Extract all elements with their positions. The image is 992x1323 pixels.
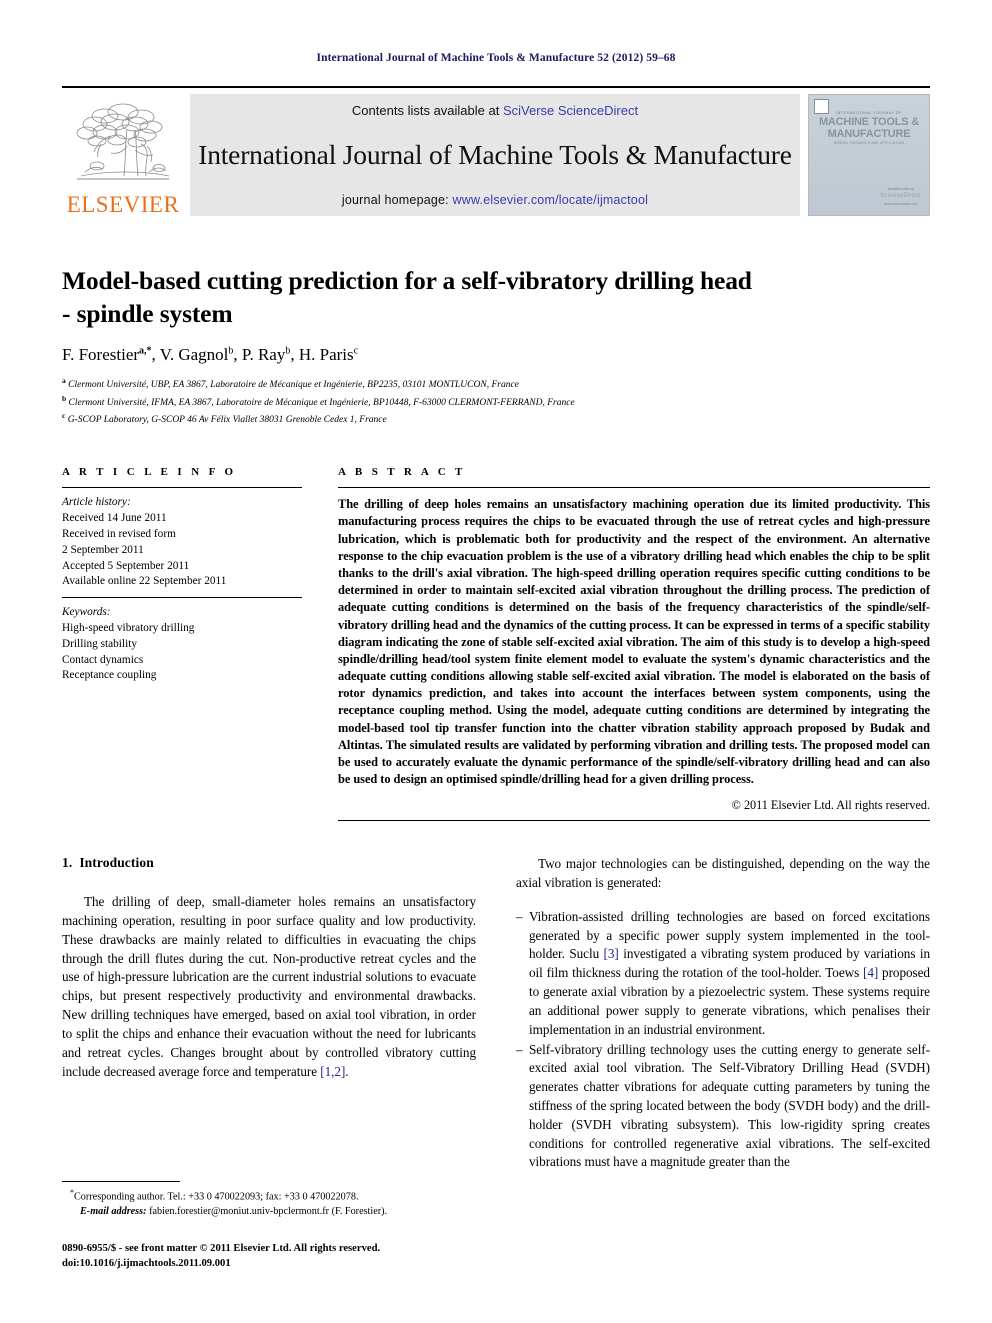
body-column-left: 1. Introduction The drilling of deep, sma…	[62, 855, 476, 1173]
section-label: Introduction	[79, 855, 154, 871]
author-marks: a,*	[139, 345, 152, 357]
citation-ref[interactable]: [4]	[863, 965, 878, 980]
author-marks: b	[285, 345, 291, 357]
footer-issn-block: 0890-6955/$ - see front matter © 2011 El…	[62, 1241, 492, 1271]
cover-foot-big: ScienceDirect	[880, 193, 921, 200]
affiliation-mark: a	[62, 375, 66, 385]
history-item: 2 September 2011	[62, 543, 144, 556]
elsevier-wordmark: ELSEVIER	[66, 192, 180, 217]
author-item: V. Gagnolb	[160, 345, 234, 364]
article-info-heading: A R T I C L E I N F O	[62, 466, 237, 479]
cover-footer: Available online at ScienceDirect www.sc…	[880, 187, 921, 207]
list-dash: –	[516, 1041, 523, 1057]
cover-subtitle: DESIGN, RESEARCH AND APPLICATION	[833, 141, 905, 145]
affiliation-text: G-SCOP Laboratory, G-SCOP 46 Av Félix Vi…	[67, 415, 387, 426]
author-item: P. Rayb	[242, 345, 290, 364]
cover-title: MACHINE TOOLS & MANUFACTURE	[818, 116, 920, 140]
footnote-line-2: E-mail address: fabien.forestier@moniut.…	[72, 1205, 492, 1220]
homepage-prefix: journal homepage:	[341, 193, 453, 207]
article-history: Article history: Received 14 June 2011 R…	[62, 488, 302, 597]
masthead-center-panel: Contents lists available at SciVerse Sci…	[190, 94, 800, 216]
elsevier-logo: ELSEVIER	[62, 94, 184, 216]
sciencedirect-link[interactable]: SciVerse ScienceDirect	[503, 103, 638, 118]
section-title-introduction: 1. Introduction	[62, 855, 476, 871]
journal-masthead: ELSEVIER Contents lists available at Sci…	[62, 86, 930, 216]
article-history-label: Article history:	[62, 496, 131, 509]
elsevier-tree-icon	[76, 103, 170, 180]
intro-paragraph-right: Two major technologies can be distinguis…	[516, 856, 930, 891]
history-item: Received in revised form	[62, 527, 176, 540]
keywords-label: Keywords:	[62, 606, 111, 619]
history-item: Available online 22 September 2011	[62, 575, 227, 588]
divider	[338, 820, 930, 822]
keyword-item: Contact dynamics	[62, 653, 144, 666]
cover-eyebrow: INTERNATIONAL JOURNAL OF	[836, 111, 902, 115]
corresponding-author-footnote: *Corresponding author. Tel.: +33 0 47002…	[62, 1187, 492, 1220]
journal-cover-thumbnail: INTERNATIONAL JOURNAL OF MACHINE TOOLS &…	[808, 94, 930, 216]
affiliation-text: Clermont Université, UBP, EA 3867, Labor…	[68, 379, 519, 390]
affiliation-item: b Clermont Université, IFMA, EA 3867, La…	[62, 393, 930, 411]
journal-homepage-line: journal homepage: www.elsevier.com/locat…	[342, 193, 648, 207]
author-name: F. Forestier	[62, 345, 140, 365]
abstract-text: The drilling of deep holes remains an un…	[338, 497, 930, 787]
keywords-block: Keywords: High-speed vibratory drilling …	[62, 598, 302, 684]
body-column-right: Two major technologies can be distinguis…	[516, 855, 930, 1173]
running-head: International Journal of Machine Tools &…	[316, 52, 676, 64]
author-item: F. Forestiera,*	[62, 345, 152, 364]
affiliation-mark: b	[62, 393, 67, 403]
page-title: Model-based cutting prediction for a sel…	[62, 266, 752, 329]
email-label: E-mail address:	[80, 1206, 147, 1218]
citation-ref[interactable]: [3]	[604, 946, 619, 961]
history-item: Received 14 June 2011	[62, 512, 167, 525]
affiliation-item: c G-SCOP Laboratory, G-SCOP 46 Av Félix …	[62, 410, 930, 428]
abstract-column: A B S T R A C T The drilling of deep hol…	[338, 466, 930, 822]
cover-foot-tiny: www.sciencedirect.com	[883, 201, 918, 206]
affiliation-list: a Clermont Université, UBP, EA 3867, Lab…	[62, 375, 930, 429]
affiliation-item: a Clermont Université, UBP, EA 3867, Lab…	[62, 375, 930, 393]
journal-homepage-link[interactable]: www.elsevier.com/locate/ijmactool	[453, 193, 649, 207]
footnote-contact: Corresponding author. Tel.: +33 0 470022…	[74, 1191, 359, 1203]
author-item: H. Parisc	[299, 345, 358, 364]
list-item: – Vibration-assisted drilling technologie…	[516, 908, 930, 1040]
affiliation-text: Clermont Université, IFMA, EA 3867, Labo…	[68, 397, 575, 408]
email-address[interactable]: fabien.forestier@moniut.univ-bpclermont.…	[149, 1206, 387, 1217]
list-dash: –	[516, 908, 523, 924]
issn-line: 0890-6955/$ - see front matter © 2011 El…	[62, 1242, 381, 1254]
abstract-heading: A B S T R A C T	[338, 466, 466, 479]
author-marks: b	[228, 345, 234, 357]
contents-available-line: Contents lists available at SciVerse Sci…	[352, 103, 638, 118]
technology-list: – Vibration-assisted drilling technologie…	[516, 908, 930, 1172]
intro-paragraph-left: The drilling of deep, small-diameter hol…	[62, 893, 476, 1081]
author-marks: c	[353, 345, 359, 357]
keyword-item: High-speed vibratory drilling	[62, 621, 195, 634]
footnote-rule	[62, 1180, 180, 1182]
affiliation-mark: c	[62, 411, 66, 421]
doi-line[interactable]: doi:10.1016/j.ijmachtools.2011.09.001	[62, 1256, 492, 1271]
author-name: V. Gagnol	[159, 345, 229, 365]
history-item: Accepted 5 September 2011	[62, 559, 190, 572]
intro-text: The drilling of deep, small-diameter hol…	[62, 894, 476, 1079]
abstract-copyright: © 2011 Elsevier Ltd. All rights reserved…	[731, 798, 930, 813]
keyword-item: Receptance coupling	[62, 669, 157, 682]
body-columns: 1. Introduction The drilling of deep, sma…	[62, 855, 930, 1173]
keyword-item: Drilling stability	[62, 637, 137, 650]
article-page: International Journal of Machine Tools &…	[0, 0, 992, 1323]
title-block: Model-based cutting prediction for a sel…	[62, 264, 930, 428]
article-info-column: A R T I C L E I N F O Article history: R…	[62, 466, 302, 684]
footnote-area: *Corresponding author. Tel.: +33 0 47002…	[62, 1180, 492, 1271]
footnote-line-1: *Corresponding author. Tel.: +33 0 47002…	[70, 1187, 492, 1205]
author-list: F. Forestiera,*, V. Gagnolb, P. Rayb, H.…	[62, 345, 359, 365]
section-number: 1.	[62, 855, 73, 871]
author-name: P. Ray	[241, 345, 286, 365]
list-item: – Self-vibratory drilling technology uses…	[516, 1041, 930, 1173]
list-item-text: Self-vibratory drilling technology uses …	[529, 1041, 930, 1170]
author-name: H. Paris	[298, 345, 354, 365]
citation-ref[interactable]: [1,2]	[320, 1064, 345, 1079]
info-abstract-block: A R T I C L E I N F O Article history: R…	[62, 466, 930, 822]
contents-prefix: Contents lists available at	[351, 103, 503, 118]
intro-text-end: .	[345, 1063, 349, 1079]
journal-title: International Journal of Machine Tools &…	[198, 139, 792, 171]
